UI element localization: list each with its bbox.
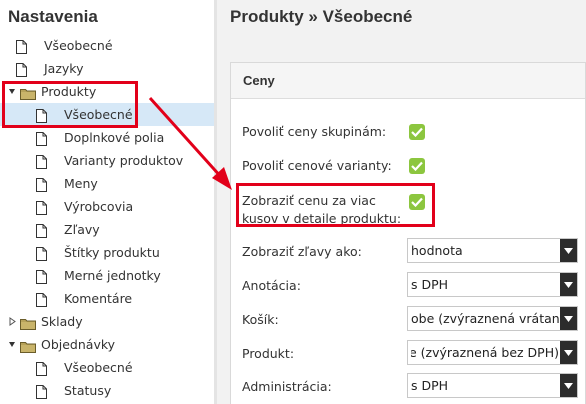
sidebar-item-label: Objednávky <box>41 337 116 352</box>
product-price-label: Produkt: <box>242 346 295 361</box>
panel-title: Ceny <box>243 73 275 88</box>
prices-panel: Ceny Povoliť ceny skupinám: Povoliť ceno… <box>230 62 586 404</box>
highlight-box-bulk-price <box>236 183 435 227</box>
chevron-down-icon <box>560 239 577 262</box>
document-icon <box>36 383 47 404</box>
sidebar-item-label: Všeobecné <box>44 38 113 53</box>
sidebar-item-label: Štítky produktu <box>64 245 160 260</box>
annotation-price-select[interactable]: s DPH <box>407 272 578 297</box>
sidebar-item-label: Sklady <box>41 314 83 329</box>
sidebar-item-stitky-produktu[interactable]: Štítky produktu <box>0 241 214 264</box>
sidebar-item-label: Varianty produktov <box>64 153 184 168</box>
settings-sidebar: Nastavenia Všeobecné Jazyky Produkty Všeobe… <box>0 0 214 404</box>
checkmark-icon <box>411 161 423 171</box>
allow-group-prices-checkbox[interactable] <box>409 124 425 140</box>
select-value: s DPH <box>411 277 449 292</box>
sidebar-item-objednavky[interactable]: Objednávky <box>0 333 214 356</box>
admin-price-label: Administrácia: <box>242 379 332 394</box>
checkmark-icon <box>411 127 423 137</box>
discount-display-label: Zobraziť zľavy ako: <box>242 244 362 259</box>
sidebar-item-meny[interactable]: Meny <box>0 172 214 195</box>
allow-price-variants-label: Povoliť cenové varianty: <box>242 158 392 173</box>
annotation-price-label: Anotácia: <box>242 278 301 293</box>
sidebar-item-doplnkove-polia[interactable]: Doplnkové polia <box>0 126 214 149</box>
allow-group-prices-label: Povoliť ceny skupinám: <box>242 124 387 139</box>
sidebar-item-jazyky[interactable]: Jazyky <box>0 57 214 80</box>
sidebar-item-label: Výrobcovia <box>64 199 134 214</box>
allow-price-variants-checkbox[interactable] <box>409 158 425 174</box>
panel-header: Ceny <box>231 63 585 99</box>
sidebar-item-label: Komentáre <box>64 291 133 306</box>
sidebar-item-label: Meny <box>64 176 98 191</box>
sidebar-item-varianty-produktov[interactable]: Varianty produktov <box>0 149 214 172</box>
cart-price-select[interactable]: obe (zvýraznená vrátane <box>407 306 578 331</box>
admin-price-select[interactable]: s DPH <box>407 373 578 398</box>
select-value: hodnota <box>411 243 463 258</box>
page-title: Produkty » Všeobecné <box>230 7 413 26</box>
sidebar-item-vseobecne[interactable]: Všeobecné <box>0 34 214 57</box>
chevron-down-icon <box>560 273 577 296</box>
sidebar-item-label: Zľavy <box>64 222 100 237</box>
sidebar-item-sklady[interactable]: Sklady <box>0 310 214 333</box>
sidebar-item-merne-jednotky[interactable]: Merné jednotky <box>0 264 214 287</box>
sidebar-item-label: Jazyky <box>44 61 84 76</box>
sidebar-item-label: Statusy <box>64 383 112 398</box>
sidebar-title: Nastavenia <box>8 7 98 26</box>
sidebar-item-label: Merné jednotky <box>64 268 161 283</box>
sidebar-item-komentare[interactable]: Komentáre <box>0 287 214 310</box>
select-value: obe (zvýraznená vrátane <box>411 311 568 326</box>
sidebar-item-vyrobcovia[interactable]: Výrobcovia <box>0 195 214 218</box>
cart-price-label: Košík: <box>242 312 279 327</box>
sidebar-item-vseobecne[interactable]: Všeobecné <box>0 356 214 379</box>
sidebar-item-label: Doplnkové polia <box>64 130 165 145</box>
sidebar-item-label: Všeobecné <box>64 360 133 375</box>
sidebar-item-zlavy[interactable]: Zľavy <box>0 218 214 241</box>
select-value: obe (zvýraznená bez DPH) <box>411 345 559 360</box>
product-price-select[interactable]: obe (zvýraznená bez DPH) <box>407 340 578 365</box>
chevron-down-icon <box>560 374 577 397</box>
chevron-down-icon <box>560 307 577 330</box>
chevron-down-icon <box>560 341 577 364</box>
highlight-box-products <box>2 81 138 128</box>
discount-display-select[interactable]: hodnota <box>407 238 578 263</box>
sidebar-item-statusy[interactable]: Statusy <box>0 379 214 402</box>
select-value: s DPH <box>411 378 449 393</box>
